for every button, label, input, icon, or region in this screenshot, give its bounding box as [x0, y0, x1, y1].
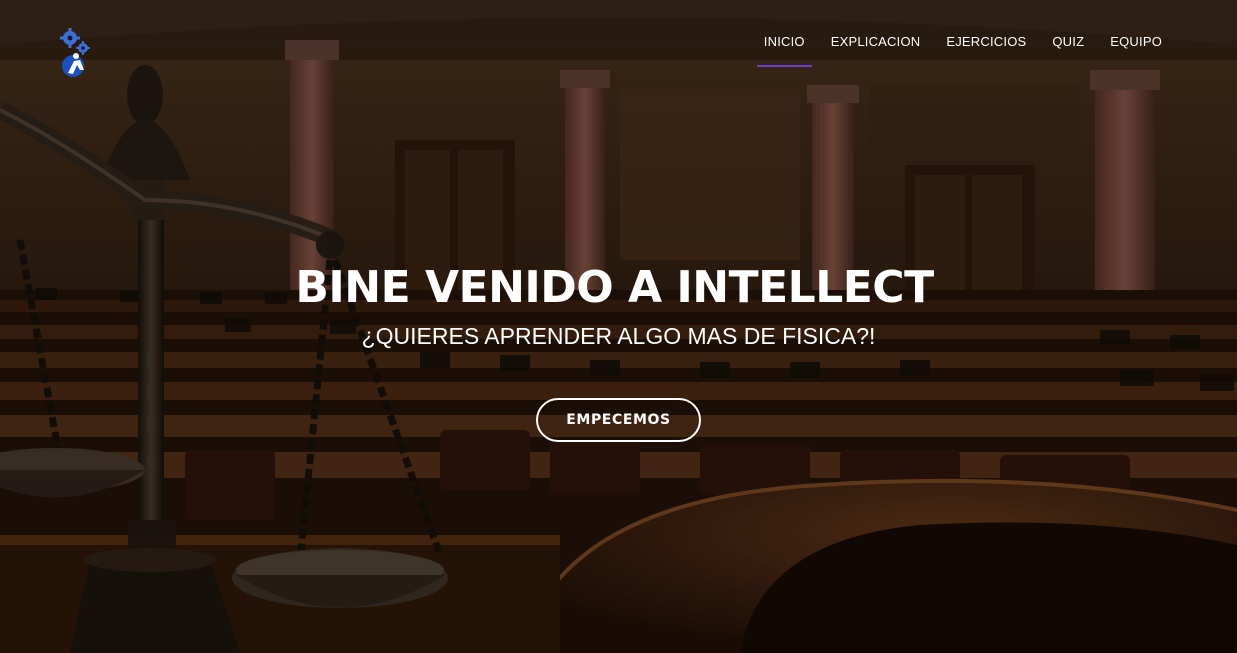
nav-item-ejercicios[interactable]: EJERCICIOS — [933, 34, 1039, 67]
nav-item-quiz[interactable]: QUIZ — [1039, 34, 1097, 67]
nav-item-explicacion[interactable]: EXPLICACION — [818, 34, 934, 67]
nav-item-equipo[interactable]: EQUIPO — [1097, 34, 1175, 67]
hero-title: BINE VENIDO A INTELLECT — [295, 262, 934, 313]
hero-section: INICIO EXPLICACION EJERCICIOS QUIZ EQUIP… — [0, 0, 1237, 653]
hero-content: BINE VENIDO A INTELLECT ¿QUIERES APRENDE… — [0, 258, 1237, 442]
empecemos-button[interactable]: EMPECEMOS — [536, 398, 701, 442]
nav-item-inicio[interactable]: INICIO — [751, 34, 818, 67]
main-nav: INICIO EXPLICACION EJERCICIOS QUIZ EQUIP… — [751, 34, 1175, 67]
hero-subtitle: ¿QUIERES APRENDER ALGO MAS DE FISICA?! — [361, 323, 876, 349]
gear-person-logo-icon[interactable] — [58, 28, 92, 78]
